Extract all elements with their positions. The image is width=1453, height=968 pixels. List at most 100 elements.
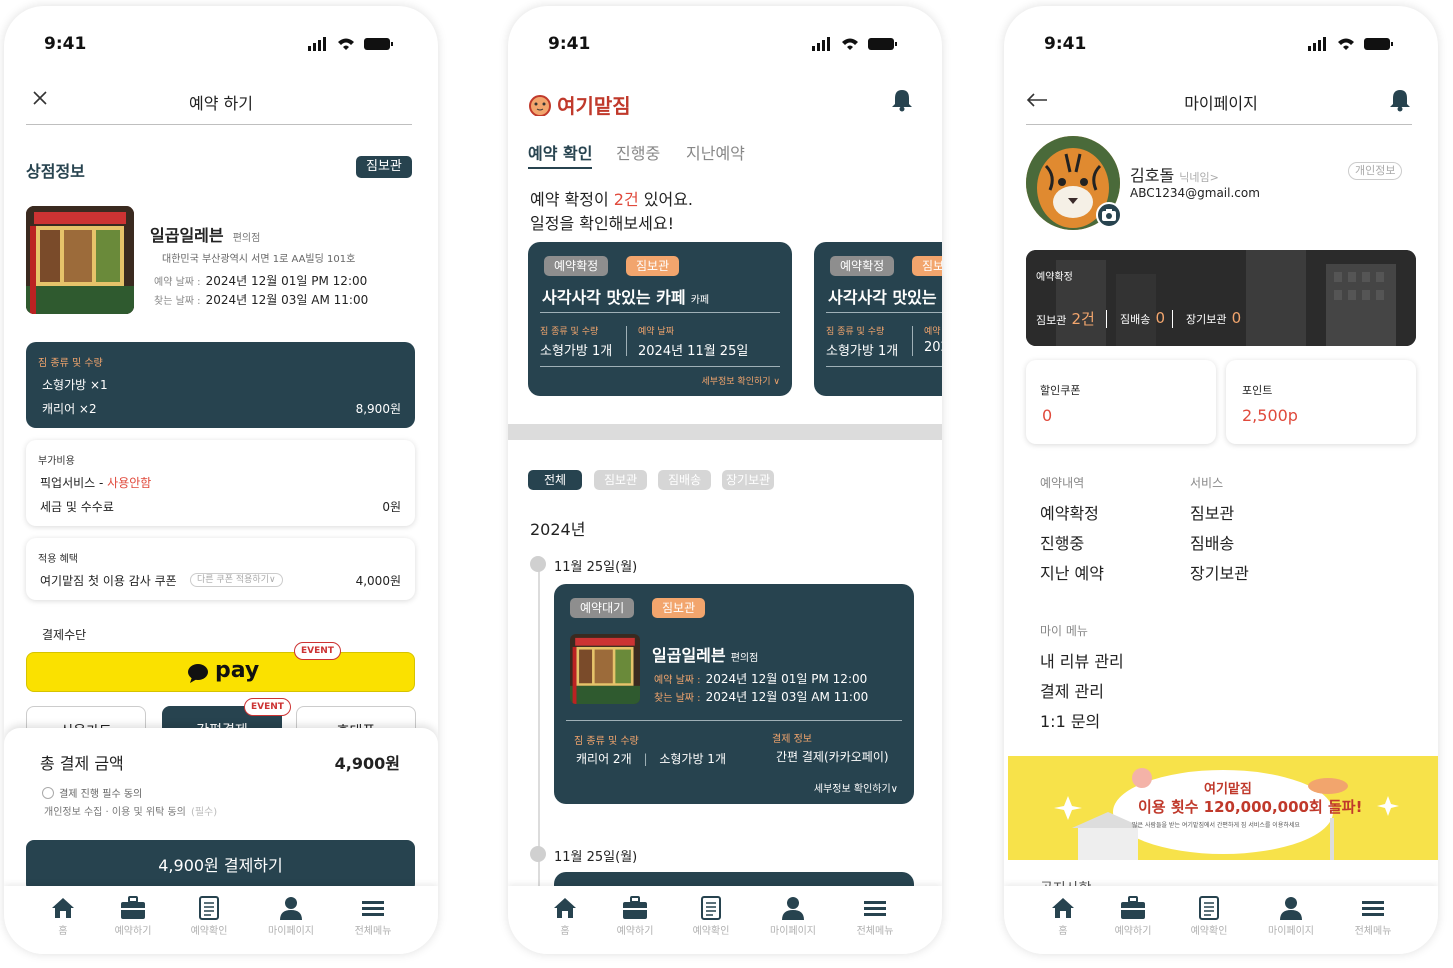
nickname-link[interactable]: 닉네임> — [1179, 171, 1219, 184]
menu-progress[interactable]: 진행중 — [1040, 530, 1084, 554]
coupon-card[interactable]: 할인쿠폰 0 — [1026, 360, 1216, 444]
pay-label: 결제 정보 — [772, 734, 812, 745]
nav-mypage[interactable]: 마이페이지 — [256, 896, 326, 937]
nav-label: 예약확인 — [1190, 926, 1228, 937]
kakaopay-button[interactable]: pay — [26, 652, 415, 692]
pickup-date-label: 찾는 날짜 : — [154, 296, 201, 307]
nav-mypage[interactable]: 마이페이지 — [1256, 896, 1326, 937]
status-icons — [812, 37, 897, 51]
nav-label: 마이페이지 — [268, 926, 314, 937]
service-badge: 짐보관 — [356, 156, 412, 178]
card-divider — [826, 312, 942, 313]
filter-longterm[interactable]: 장기보관 — [722, 470, 775, 490]
store-address: 대한민국 부산광역시 서면 1로 AA빌딩 101호 — [162, 254, 356, 265]
header-divider — [1026, 124, 1412, 125]
person-icon — [280, 897, 302, 920]
menu-confirmed[interactable]: 예약확정 — [1040, 500, 1099, 524]
bell-icon[interactable] — [890, 88, 914, 116]
nav-confirm[interactable]: 예약확인 — [676, 896, 746, 937]
menu-past[interactable]: 지난 예약 — [1040, 560, 1104, 584]
section-divider — [508, 424, 942, 440]
profile-button[interactable]: 개인정보 — [1348, 162, 1403, 180]
point-card[interactable]: 포인트 2,500p — [1226, 360, 1416, 444]
camera-icon[interactable] — [1096, 202, 1122, 228]
ad-logo: 여기맡짐 — [1204, 782, 1252, 797]
nav-home[interactable]: 홈 — [1028, 896, 1098, 937]
event-badge: EVENT — [294, 642, 341, 660]
pickup-date-row: 찾는 날짜 : 2024년 12월 03일 AM 11:00 — [154, 289, 368, 308]
home-icon — [1052, 898, 1074, 918]
stat-longterm: 장기보관 0 — [1186, 308, 1241, 327]
timeline-date: 11월 25일(월) — [554, 560, 638, 575]
reservation-card[interactable]: 예약확정 짐보 사각사각 맛있는 카 짐 종류 및 수량 소형가방 1개 예약 … — [814, 242, 942, 396]
stat-storage: 짐보관 2건 — [1036, 308, 1095, 329]
extra-label: 부가비용 — [38, 456, 75, 467]
pickup-service-label: 픽업서비스 - — [40, 476, 108, 490]
pickup-date: 2024년 12월 03일 AM 11:00 — [705, 690, 869, 704]
menu-reviews[interactable]: 내 리뷰 관리 — [1040, 648, 1124, 672]
nav-reserve[interactable]: 예약하기 — [600, 896, 670, 937]
section-service: 서비스 — [1190, 476, 1224, 490]
coupon-label: 할인쿠폰 — [1040, 384, 1081, 397]
page-title: 마이페이지 — [1184, 94, 1258, 113]
menu-payments[interactable]: 결제 관리 — [1040, 678, 1104, 702]
store-section-title: 상점정보 — [26, 162, 85, 181]
nav-reserve[interactable]: 예약하기 — [1098, 896, 1168, 937]
timeline-line — [538, 564, 540, 894]
pickup-date: 2024년 12월 03일 AM 11:00 — [205, 293, 369, 307]
card-divider — [566, 720, 902, 721]
nav-confirm[interactable]: 예약확인 — [174, 896, 244, 937]
nav-menu[interactable]: 전체메뉴 — [840, 896, 910, 937]
filter-delivery[interactable]: 짐배송 — [658, 470, 712, 490]
timeline-card[interactable]: 예약대기 짐보관 일곱일레븐 편의점 예약 날짜 : 2024년 12월 01일… — [554, 584, 914, 804]
nav-mypage[interactable]: 마이페이지 — [758, 896, 828, 937]
agree-all-checkbox[interactable]: 결제 진행 필수 동의 — [42, 782, 142, 801]
payment-label: 결제수단 — [42, 628, 87, 642]
other-coupon-button[interactable]: 다른 쿠폰 적용하기∨ — [190, 573, 283, 587]
nav-menu[interactable]: 전체메뉴 — [1338, 896, 1408, 937]
nav-home[interactable]: 홈 — [530, 896, 600, 937]
suitcase-icon — [1121, 896, 1145, 919]
ad-banner[interactable]: 여기맡짐 이용 횟수 120,000,000회 돌파! 많은 사람들을 받는 여… — [1008, 756, 1438, 860]
store-type: 편의점 — [730, 653, 759, 664]
nav-label: 예약확인 — [692, 926, 730, 937]
nav-label: 예약하기 — [114, 926, 152, 937]
reserve-date-label: 예약 날짜 : — [154, 277, 201, 288]
headline-sub: 일정을 확인해보세요! — [530, 214, 674, 233]
luggage-item: 소형가방 ×1 — [42, 378, 108, 392]
menu-delivery[interactable]: 짐배송 — [1190, 530, 1234, 554]
card-divider — [826, 366, 942, 367]
menu-longterm[interactable]: 장기보관 — [1190, 560, 1249, 584]
nav-confirm[interactable]: 예약확인 — [1174, 896, 1244, 937]
bell-icon[interactable] — [1388, 88, 1412, 116]
pickup-service-row[interactable]: 픽업서비스 - 사용안함 — [40, 474, 151, 491]
lug-label: 짐 종류 및 수량 — [826, 327, 885, 337]
nav-menu[interactable]: 전체메뉴 — [338, 896, 408, 937]
stat-label: 장기보관 — [1186, 313, 1227, 326]
menu-storage[interactable]: 짐보관 — [1190, 500, 1234, 524]
app-logo[interactable]: 여기맡짐 — [528, 90, 631, 119]
user-name: 김호돌 — [1130, 166, 1175, 185]
reservation-summary-banner[interactable]: 예약확정 짐보관 2건 짐배송 0 장기보관 0 — [1026, 250, 1416, 346]
agree-detail-row[interactable]: 개인정보 수집 · 이용 및 위탁 동의 (필수) — [44, 800, 217, 819]
pay-submit-button[interactable]: 4,900원 결제하기 — [26, 840, 415, 892]
menu-inquiry[interactable]: 1:1 문의 — [1040, 708, 1100, 732]
tab-progress[interactable]: 진행중 — [616, 140, 660, 164]
home-icon — [554, 898, 576, 918]
reservation-card[interactable]: 예약확정 짐보관 사각사각 맛있는 카페 카페 짐 종류 및 수량 소형가방 1… — [528, 242, 792, 396]
filter-all[interactable]: 전체 — [528, 470, 583, 490]
filter-storage[interactable]: 짐보관 — [594, 470, 648, 490]
tab-past[interactable]: 지난예약 — [686, 140, 745, 164]
pickup-date-label: 찾는 날짜 : — [654, 693, 701, 704]
tab-confirm[interactable]: 예약 확인 — [528, 140, 593, 169]
mypage-screen: 9:41 마이페이지 김호돌 닉네임> ABC1234@gmail.com 개인… — [1004, 6, 1438, 954]
nav-home[interactable]: 홈 — [28, 896, 98, 937]
detail-link[interactable]: 세부정보 확인하기 ∨ — [701, 374, 780, 387]
stat-label: 짐보관 — [1036, 314, 1067, 327]
detail-link[interactable]: 세부정보 확인하기∨ — [814, 780, 898, 795]
nav-reserve[interactable]: 예약하기 — [98, 896, 168, 937]
timeline-dot — [530, 846, 546, 862]
bottom-nav: 홈 예약하기 예약확인 마이페이지 전체메뉴 — [1004, 886, 1438, 954]
date-value: 2024년 11월 25일 — [638, 344, 749, 359]
nav-label: 전체메뉴 — [354, 926, 392, 937]
